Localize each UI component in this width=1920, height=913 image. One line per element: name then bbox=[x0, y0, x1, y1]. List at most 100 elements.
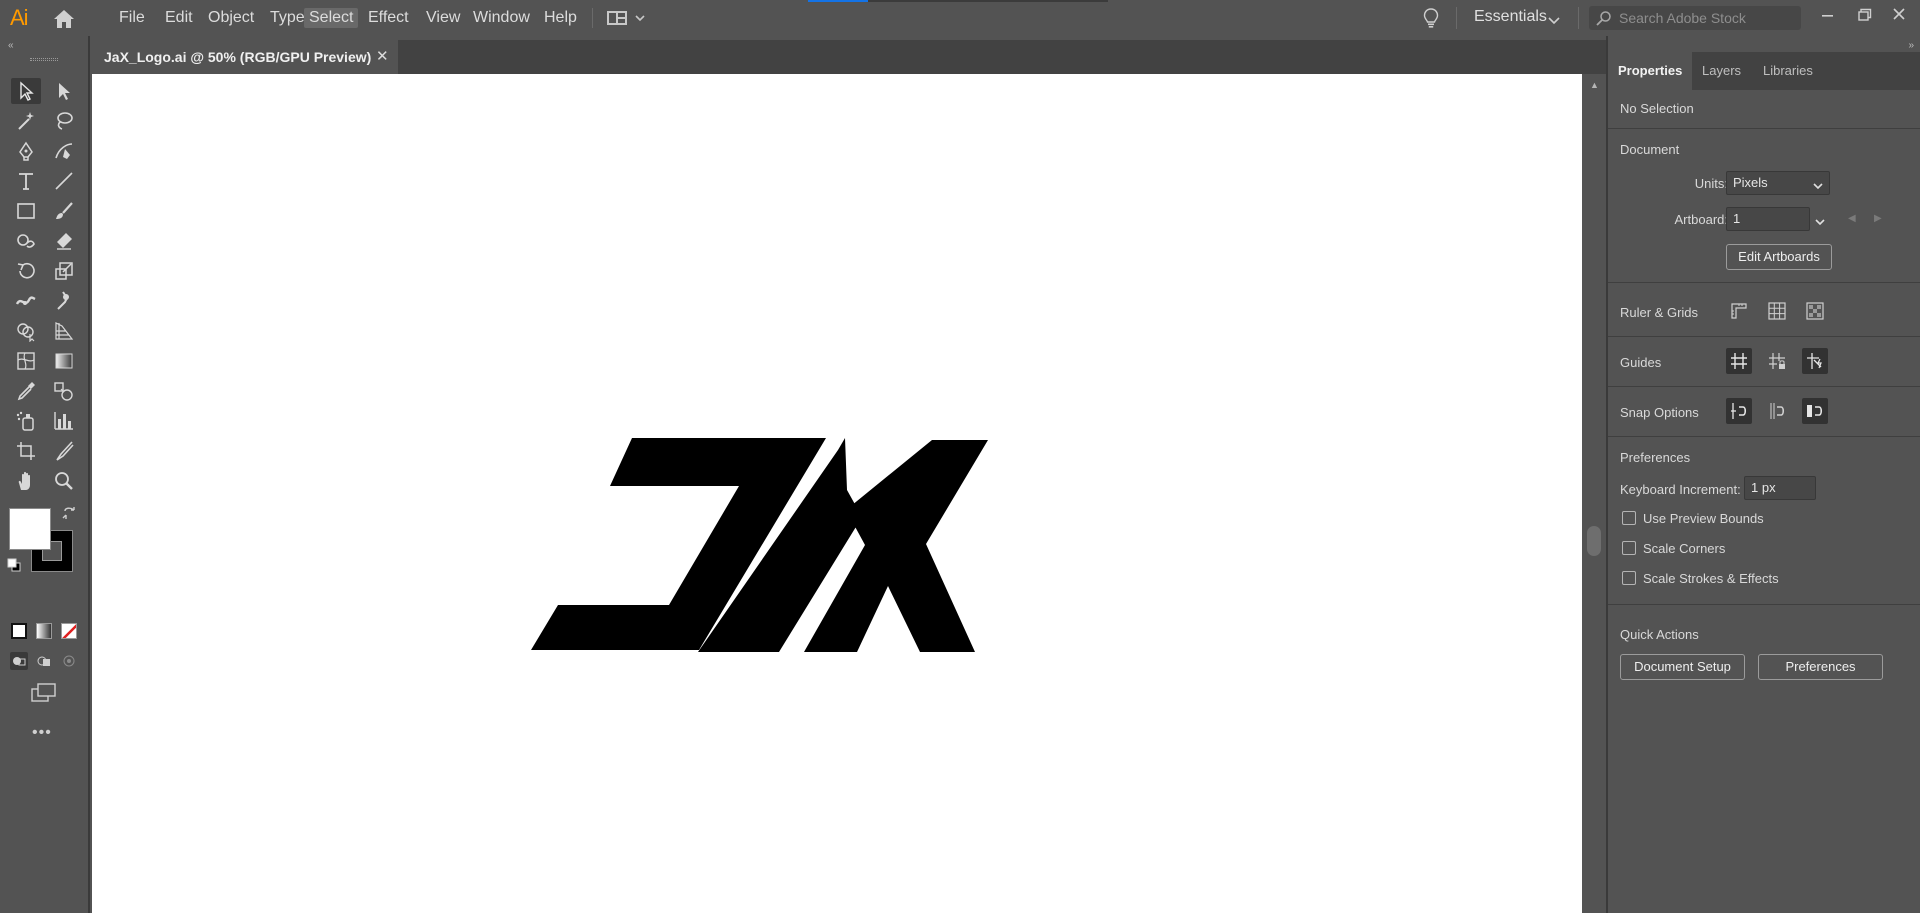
snap-to-pixel-icon[interactable] bbox=[1764, 398, 1790, 424]
menu-view[interactable]: View bbox=[421, 8, 465, 28]
tab-libraries[interactable]: Libraries bbox=[1753, 52, 1823, 90]
draw-normal-icon[interactable] bbox=[10, 652, 28, 670]
selection-tool-icon[interactable] bbox=[11, 78, 41, 104]
menu-window[interactable]: Window bbox=[468, 8, 535, 28]
mesh-tool-icon[interactable] bbox=[11, 348, 41, 374]
magic-wand-tool-icon[interactable] bbox=[11, 108, 41, 134]
units-value: Pixels bbox=[1733, 175, 1768, 190]
draw-behind-icon[interactable] bbox=[35, 652, 53, 670]
close-tab-icon[interactable]: ✕ bbox=[376, 47, 389, 65]
document-tab[interactable]: JaX_Logo.ai @ 50% (RGB/GPU Preview) ✕ bbox=[92, 40, 398, 74]
vertical-scrollbar[interactable]: ▲ bbox=[1584, 74, 1606, 913]
paintbrush-tool-icon[interactable] bbox=[49, 198, 79, 224]
lightbulb-icon[interactable] bbox=[1422, 7, 1440, 29]
menu-select[interactable]: Select bbox=[304, 8, 359, 28]
fill-swatch[interactable] bbox=[9, 508, 51, 550]
keyboard-increment-input[interactable]: 1 px bbox=[1744, 476, 1816, 500]
preferences-section-title: Preferences bbox=[1620, 450, 1691, 465]
divider bbox=[1608, 282, 1920, 283]
scale-tool-icon[interactable] bbox=[49, 258, 79, 284]
scale-corners-checkbox[interactable] bbox=[1622, 541, 1636, 555]
document-setup-button[interactable]: Document Setup bbox=[1620, 654, 1745, 680]
ruler-grids-label: Ruler & Grids bbox=[1620, 305, 1699, 320]
next-artboard-icon[interactable]: ▶ bbox=[1874, 213, 1882, 224]
grid-icon[interactable] bbox=[1764, 298, 1790, 324]
tab-layers[interactable]: Layers bbox=[1692, 52, 1751, 90]
smart-guides-icon[interactable] bbox=[1802, 348, 1828, 374]
ruler-icon[interactable] bbox=[1726, 298, 1752, 324]
line-segment-tool-icon[interactable] bbox=[49, 168, 79, 194]
preferences-button[interactable]: Preferences bbox=[1758, 654, 1883, 680]
previous-artboard-icon[interactable]: ◀ bbox=[1848, 213, 1856, 224]
gradient-mode-button[interactable] bbox=[36, 623, 52, 639]
app-logo: Ai bbox=[10, 5, 29, 30]
lock-guides-icon[interactable] bbox=[1764, 348, 1790, 374]
perspective-grid-tool-icon[interactable] bbox=[49, 318, 79, 344]
restore-icon[interactable] bbox=[1850, 4, 1876, 26]
menu-file[interactable]: File bbox=[114, 8, 150, 28]
lasso-tool-icon[interactable] bbox=[49, 108, 79, 134]
edit-artboards-button[interactable]: Edit Artboards bbox=[1726, 244, 1832, 270]
draw-inside-icon[interactable] bbox=[60, 652, 78, 670]
shaper-tool-icon[interactable] bbox=[11, 228, 41, 254]
artboard-canvas[interactable] bbox=[92, 74, 1582, 913]
snap-to-glyph-icon[interactable] bbox=[1802, 398, 1828, 424]
blend-tool-icon[interactable] bbox=[49, 378, 79, 404]
column-graph-tool-icon[interactable] bbox=[49, 408, 79, 434]
color-mode-button[interactable] bbox=[11, 623, 27, 639]
expand-panel-icon[interactable]: » bbox=[1908, 40, 1914, 51]
progress-fill bbox=[808, 0, 868, 2]
zoom-tool-icon[interactable] bbox=[49, 468, 79, 494]
show-guides-icon[interactable] bbox=[1726, 348, 1752, 374]
search-input[interactable] bbox=[1619, 9, 1797, 27]
menu-type[interactable]: Type bbox=[265, 8, 310, 28]
shape-builder-tool-icon[interactable] bbox=[11, 318, 41, 344]
rotate-tool-icon[interactable] bbox=[11, 258, 41, 284]
scale-strokes-effects-checkbox[interactable] bbox=[1622, 571, 1636, 585]
units-label: Units: bbox=[1694, 176, 1728, 191]
arrange-documents-icon[interactable] bbox=[606, 9, 650, 27]
more-tools-icon[interactable]: ••• bbox=[32, 724, 52, 742]
artboard-dropdown[interactable]: 1 bbox=[1726, 207, 1825, 231]
swap-colors-icon[interactable] bbox=[62, 506, 78, 522]
slice-tool-icon[interactable] bbox=[49, 438, 79, 464]
none-mode-button[interactable] bbox=[61, 623, 77, 639]
tab-properties[interactable]: Properties bbox=[1608, 52, 1693, 90]
menu-divider bbox=[592, 8, 593, 28]
panel-tabs: Properties Layers Libraries bbox=[1608, 52, 1920, 90]
chevron-down-icon[interactable] bbox=[1548, 13, 1560, 28]
hand-tool-icon[interactable] bbox=[11, 468, 41, 494]
home-icon[interactable] bbox=[52, 8, 76, 30]
type-tool-icon[interactable] bbox=[11, 168, 41, 194]
screen-mode-icon[interactable] bbox=[29, 682, 59, 704]
pen-tool-icon[interactable] bbox=[11, 138, 41, 164]
workspace-switcher[interactable]: Essentials bbox=[1474, 8, 1547, 26]
gradient-tool-icon[interactable] bbox=[49, 348, 79, 374]
menu-object[interactable]: Object bbox=[203, 8, 259, 28]
scroll-up-icon[interactable]: ▲ bbox=[1590, 80, 1599, 90]
panel-grip[interactable] bbox=[30, 58, 58, 61]
artboard-tool-icon[interactable] bbox=[11, 438, 41, 464]
default-colors-icon[interactable] bbox=[7, 558, 21, 572]
width-tool-icon[interactable] bbox=[11, 288, 41, 314]
transparency-grid-icon[interactable] bbox=[1802, 298, 1828, 324]
scroll-thumb[interactable] bbox=[1587, 526, 1601, 556]
use-preview-bounds-checkbox[interactable] bbox=[1622, 511, 1636, 525]
puppet-warp-tool-icon[interactable] bbox=[49, 288, 79, 314]
rectangle-tool-icon[interactable] bbox=[11, 198, 41, 224]
minimize-icon[interactable] bbox=[1814, 4, 1840, 26]
stock-search[interactable] bbox=[1589, 6, 1801, 30]
collapse-panel-icon[interactable]: « bbox=[8, 40, 14, 51]
units-dropdown[interactable]: Pixels bbox=[1726, 171, 1830, 195]
jax-logo-artwork[interactable] bbox=[92, 74, 1582, 913]
snap-to-point-icon[interactable] bbox=[1726, 398, 1752, 424]
curvature-tool-icon[interactable] bbox=[49, 138, 79, 164]
symbol-sprayer-tool-icon[interactable] bbox=[11, 408, 41, 434]
eyedropper-tool-icon[interactable] bbox=[11, 378, 41, 404]
eraser-tool-icon[interactable] bbox=[49, 228, 79, 254]
direct-selection-tool-icon[interactable] bbox=[49, 78, 79, 104]
menu-edit[interactable]: Edit bbox=[160, 8, 198, 28]
menu-help[interactable]: Help bbox=[539, 8, 582, 28]
menu-effect[interactable]: Effect bbox=[363, 8, 414, 28]
close-window-icon[interactable] bbox=[1886, 4, 1912, 26]
